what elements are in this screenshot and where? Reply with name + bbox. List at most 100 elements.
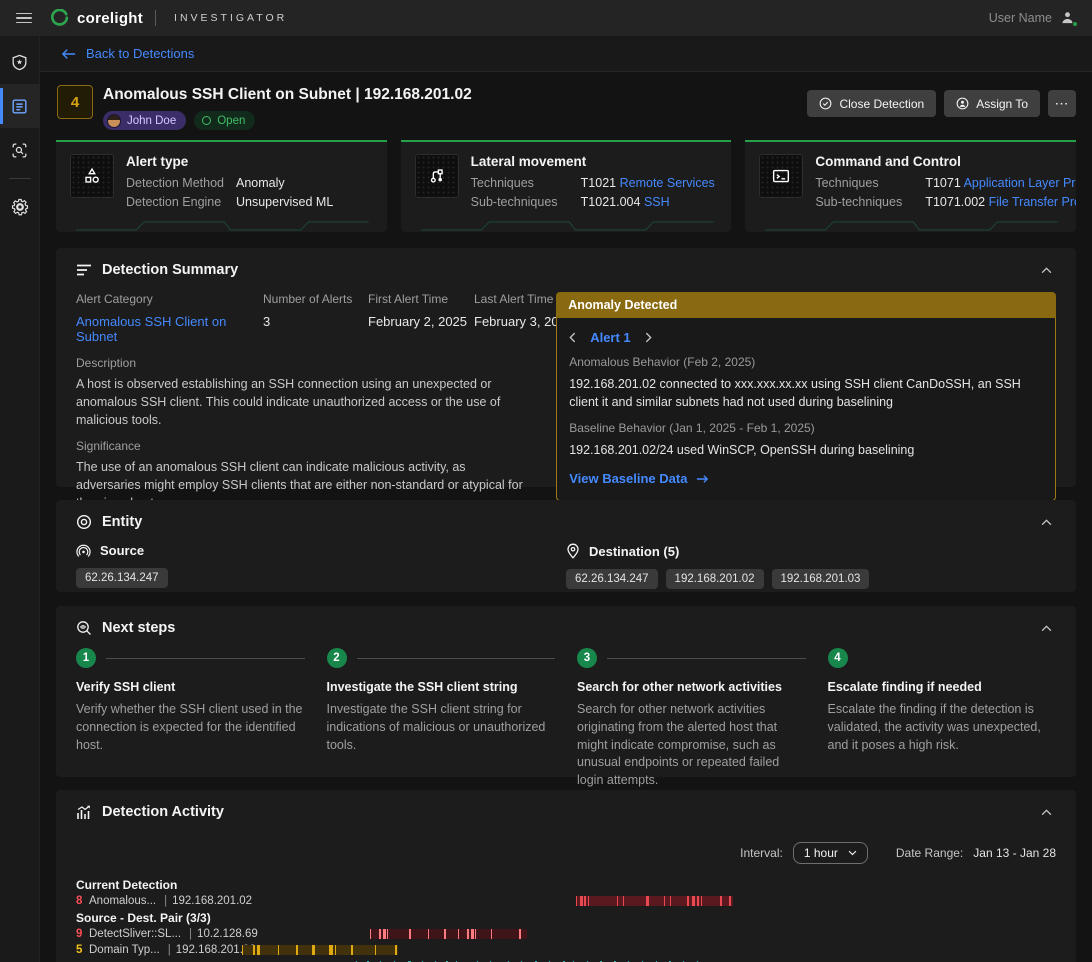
- activity-timeline-band[interactable]: [242, 945, 399, 955]
- field-number-of-alerts: Number of Alerts 3: [263, 292, 368, 344]
- online-status-dot: [1072, 21, 1078, 27]
- check-circle-icon: [819, 97, 832, 110]
- brand-divider: [155, 10, 156, 26]
- section-title: Detection Summary: [102, 262, 238, 278]
- page-title: Anomalous SSH Client on Subnet | 192.168…: [103, 86, 472, 104]
- source-ip-chip[interactable]: 62.26.134.247: [76, 568, 168, 588]
- activity-timeline-band[interactable]: [576, 896, 733, 906]
- anomaly-panel-header: Anomaly Detected: [556, 292, 1056, 318]
- detection-activity-section: Detection Activity Interval: 1 hour Date…: [56, 790, 1076, 962]
- detection-summary-section: Detection Summary Alert Category Anomalo…: [56, 248, 1076, 487]
- source-entity-group: Source 62.26.134.247: [76, 543, 566, 589]
- assignee-avatar: [107, 114, 121, 128]
- next-alert-button[interactable]: [645, 332, 652, 343]
- brand-name: corelight: [77, 10, 143, 27]
- subtechnique-link[interactable]: SSH: [644, 195, 670, 209]
- sidebar-divider: [9, 178, 31, 179]
- section-title: Next steps: [102, 620, 175, 636]
- technique-link[interactable]: Remote Services: [620, 176, 715, 190]
- detection-header: 4 Anomalous SSH Client on Subnet | 192.1…: [56, 81, 1076, 139]
- step-connector-line: [607, 658, 806, 659]
- circuit-decoration: [401, 218, 732, 232]
- entity-target-icon: [76, 514, 92, 530]
- activity-row-pair-3: [76, 958, 1056, 962]
- step-connector-line: [357, 658, 556, 659]
- close-detection-button[interactable]: Close Detection: [807, 90, 936, 117]
- step-connector-line: [106, 658, 305, 659]
- corelight-logo-icon: [50, 9, 69, 28]
- activity-row-pair-2: 5 Domain Typ... | 192.168.201.02: [76, 942, 1056, 958]
- date-range-label: Date Range:: [896, 846, 963, 860]
- section-title: Detection Activity: [102, 804, 224, 820]
- assign-to-button[interactable]: Assign To: [944, 90, 1040, 117]
- alert-pager: Alert 1: [569, 330, 1043, 345]
- sidebar-item-investigate[interactable]: [0, 128, 40, 172]
- activity-timeline-band[interactable]: [370, 929, 527, 939]
- anomalous-behavior-text: 192.168.201.02 connected to xxx.xxx.xx.x…: [569, 375, 1043, 411]
- collapse-section-button[interactable]: [1037, 263, 1056, 278]
- arrow-right-icon: [696, 474, 709, 484]
- next-step-1: 1 Verify SSH client Verify whether the S…: [76, 648, 305, 790]
- activity-group-label: Source - Dest. Pair (3/3): [76, 909, 1056, 926]
- subtechnique-link[interactable]: File Transfer Protocols: [989, 195, 1076, 209]
- entity-section: Entity Source 62.26.134.247 Destination …: [56, 500, 1076, 592]
- status-badge[interactable]: Open: [194, 111, 255, 130]
- mitre-cards-row: Alert type Detection MethodAnomaly Detec…: [56, 140, 1076, 232]
- sidebar-item-overview[interactable]: [0, 40, 40, 84]
- activity-group-label: Current Detection: [76, 876, 1056, 893]
- more-actions-button[interactable]: ⋯: [1048, 90, 1076, 117]
- main-content: 4 Anomalous SSH Client on Subnet | 192.1…: [40, 72, 1092, 962]
- technique-link[interactable]: Application Layer Protocol: [964, 176, 1076, 190]
- shield-star-icon: [10, 53, 29, 72]
- sidebar-item-detections[interactable]: [0, 84, 40, 128]
- card-title: Command and Control: [815, 154, 1062, 169]
- destination-ip-chip[interactable]: 62.26.134.247: [566, 569, 658, 589]
- previous-alert-button[interactable]: [569, 332, 576, 343]
- alert-category-link[interactable]: Anomalous SSH Client on Subnet: [76, 314, 226, 344]
- hamburger-menu-icon[interactable]: [16, 13, 32, 24]
- assign-person-icon: [956, 97, 969, 110]
- alert-count-badge: 4: [57, 85, 93, 119]
- destination-entity-group: Destination (5) 62.26.134.247 192.168.20…: [566, 543, 1056, 589]
- step-number-badge: 1: [76, 648, 96, 668]
- step-number-badge: 2: [327, 648, 347, 668]
- back-navigation-bar: Back to Detections: [40, 36, 1092, 72]
- alert-type-shapes-icon: [70, 154, 114, 198]
- detections-list-icon: [10, 97, 29, 116]
- ellipsis-icon: ⋯: [1055, 95, 1070, 112]
- card-lateral-movement: Lateral movement TechniquesT1021 Remote …: [401, 140, 732, 232]
- step-number-badge: 3: [577, 648, 597, 668]
- destination-pin-icon: [566, 543, 580, 559]
- interval-select[interactable]: 1 hour: [793, 842, 868, 864]
- sidebar-item-settings[interactable]: [0, 185, 40, 229]
- step-number-badge: 4: [828, 648, 848, 668]
- next-step-3: 3 Search for other network activities Se…: [577, 648, 806, 790]
- collapse-section-button[interactable]: [1037, 805, 1056, 820]
- user-name: User Name: [989, 11, 1052, 25]
- user-menu[interactable]: User Name: [989, 10, 1076, 26]
- destination-ip-chip[interactable]: 192.168.201.02: [666, 569, 764, 589]
- description-label: Description: [76, 356, 532, 370]
- left-sidebar: [0, 36, 40, 962]
- product-name: INVESTIGATOR: [174, 12, 287, 24]
- back-to-detections-link[interactable]: Back to Detections: [62, 46, 194, 61]
- next-step-4: 4 Escalate finding if needed Escalate th…: [828, 648, 1057, 790]
- section-title: Entity: [102, 514, 142, 530]
- destination-ip-chip[interactable]: 192.168.201.03: [772, 569, 870, 589]
- chevron-down-icon: [848, 850, 857, 856]
- baseline-behavior-text: 192.168.201.02/24 used WinSCP, OpenSSH d…: [569, 441, 1043, 459]
- card-title: Lateral movement: [471, 154, 715, 169]
- interval-label: Interval:: [740, 846, 783, 860]
- card-title: Alert type: [126, 154, 333, 169]
- assignee-badge[interactable]: John Doe: [103, 111, 186, 130]
- activity-row-current-detection: 8 Anomalous... | 192.168.201.02: [76, 893, 1056, 909]
- collapse-section-button[interactable]: [1037, 621, 1056, 636]
- gear-icon: [10, 197, 30, 217]
- brand-logo[interactable]: corelight INVESTIGATOR: [50, 9, 287, 28]
- lateral-movement-circuit-icon: [415, 154, 459, 198]
- activity-row-pair-1: 9 DetectSliver::SL... | 10.2.128.69: [76, 926, 1056, 942]
- view-baseline-data-link[interactable]: View Baseline Data: [569, 471, 709, 486]
- top-bar: corelight INVESTIGATOR User Name: [0, 0, 1092, 36]
- collapse-section-button[interactable]: [1037, 515, 1056, 530]
- field-alert-category: Alert Category Anomalous SSH Client on S…: [76, 292, 263, 344]
